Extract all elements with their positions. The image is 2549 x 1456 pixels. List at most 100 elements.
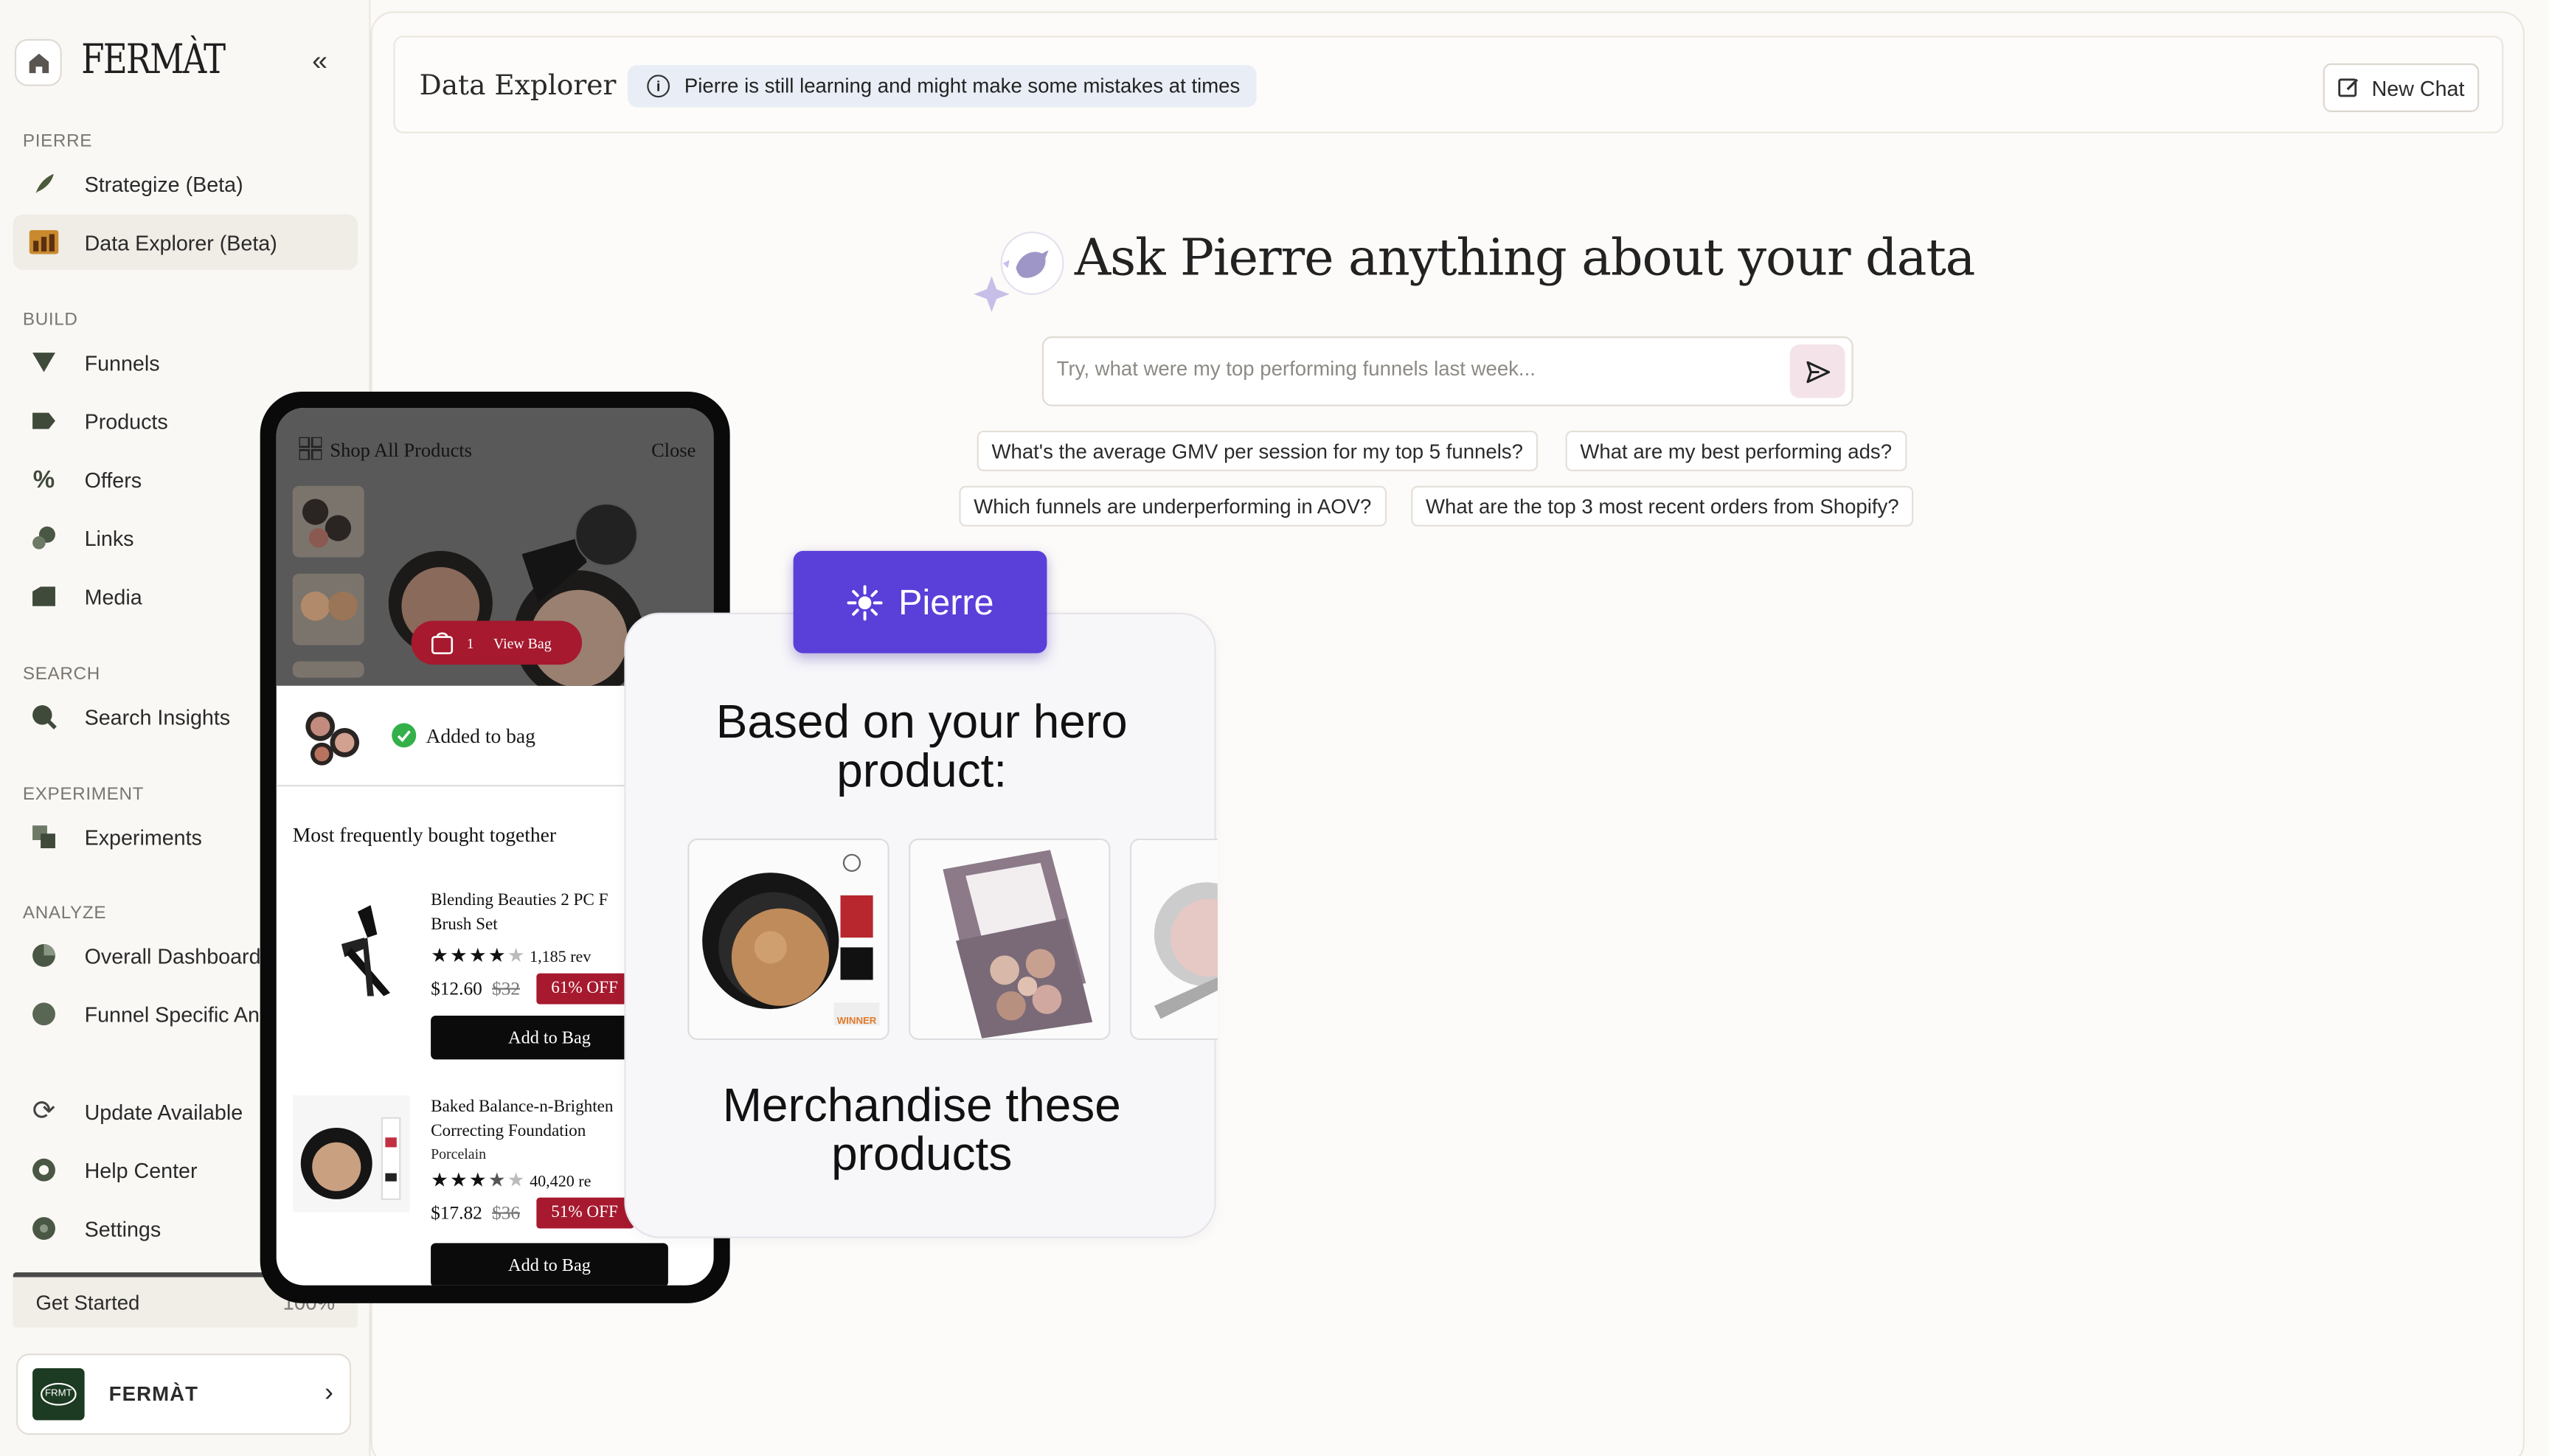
- pierre-button-label: Pierre: [898, 580, 994, 622]
- media-icon: [30, 582, 59, 611]
- card-headline: Based on your hero product:: [715, 697, 1128, 798]
- view-bag-button[interactable]: 1 View Bag: [411, 620, 583, 665]
- send-icon: [1806, 360, 1830, 383]
- sidebar-item-label: Experiments: [84, 825, 202, 850]
- gear-icon: [30, 1214, 59, 1244]
- added-to-bag-text: Added to bag: [426, 724, 535, 748]
- price: $12.60 $32: [431, 980, 521, 999]
- discount-badge: 51% OFF: [536, 1197, 634, 1229]
- foundation-image: [292, 1095, 410, 1213]
- product-tile[interactable]: WINNER: [687, 838, 889, 1040]
- account-name: FERMÀT: [108, 1382, 199, 1406]
- pierre-button[interactable]: Pierre: [793, 550, 1047, 654]
- sidebar-item-label: Overall Dashboard: [84, 943, 261, 968]
- product-tile[interactable]: [909, 838, 1111, 1040]
- old-price: $32: [492, 980, 521, 999]
- grid-icon: [299, 437, 322, 460]
- product-thumbnail[interactable]: [292, 485, 364, 558]
- bar-chart-icon: [29, 227, 59, 257]
- review-count: 1,185 rev: [530, 949, 592, 967]
- check-icon: [392, 723, 417, 748]
- sidebar-item-funnels[interactable]: Funnels: [13, 335, 358, 390]
- sidebar-item-label: Update Available: [84, 1099, 243, 1124]
- price: $17.82 $36: [431, 1204, 521, 1224]
- section-label-experiment: EXPERIMENT: [22, 785, 145, 805]
- add-to-bag-button[interactable]: Add to Bag: [431, 1243, 668, 1286]
- sidebar-item-label: Media: [84, 584, 142, 609]
- brush-set-image: [292, 889, 410, 1006]
- thumbnail-strip: [292, 485, 367, 694]
- sidebar-item-label: Data Explorer (Beta): [84, 229, 277, 254]
- sidebar-item-label: Products: [84, 409, 168, 434]
- product-tile[interactable]: [1129, 838, 1218, 1040]
- account-switcher[interactable]: FRMT FERMÀT ›: [16, 1353, 352, 1435]
- section-label-pierre: PIERRE: [22, 131, 93, 151]
- pierre-promo-card: Based on your hero product: WINNER Merch…: [624, 612, 1218, 1238]
- suggestion-chip[interactable]: What are my best performing ads?: [1565, 430, 1907, 471]
- percent-icon: %: [32, 465, 55, 493]
- rating-stars: ★★★★★ 40,420 re: [431, 1168, 592, 1191]
- suggestion-chip[interactable]: What are the top 3 most recent orders fr…: [1411, 485, 1914, 527]
- sidebar-item-label: Strategize (Beta): [84, 171, 243, 196]
- experiments-icon: [30, 822, 59, 852]
- compact-powder-image: WINNER: [689, 840, 888, 1039]
- chevron-right-icon: ›: [325, 1379, 333, 1407]
- award-badge-text: WINNER: [837, 1015, 877, 1026]
- shop-all-products-title[interactable]: Shop All Products: [330, 439, 472, 463]
- hero-title: Ask Pierre anything about your data: [1074, 229, 1976, 288]
- pierre-bird-icon: [974, 231, 1064, 312]
- feather-icon: [30, 169, 59, 198]
- sidebar-item-label: Settings: [84, 1216, 162, 1241]
- edit-icon: [2338, 78, 2358, 97]
- eyeshadow-palette-image: [910, 840, 1109, 1039]
- section-label-analyze: ANALYZE: [22, 903, 107, 923]
- get-started-label: Get Started: [35, 1291, 140, 1314]
- section-label-build: BUILD: [22, 310, 78, 330]
- sidebar-item-data-explorer[interactable]: Data Explorer (Beta): [13, 214, 358, 270]
- home-icon: [28, 52, 49, 73]
- account-logo-text: FRMT: [40, 1382, 77, 1406]
- info-icon: i: [647, 74, 670, 98]
- sidebar-item-label: Funnel Specific Ana: [84, 1002, 271, 1027]
- close-button[interactable]: Close: [651, 439, 696, 463]
- collapse-sidebar-icon[interactable]: «: [312, 46, 327, 78]
- sidebar-item-label: Funnels: [84, 350, 160, 375]
- notice-text: Pierre is still learning and might make …: [684, 74, 1241, 98]
- section-title: Most frequently bought together: [292, 823, 557, 847]
- sidebar-item-label: Offers: [84, 467, 142, 492]
- product-thumbnail[interactable]: [292, 661, 364, 678]
- send-button[interactable]: [1789, 344, 1845, 398]
- sidebar-item-label: Search Insights: [84, 704, 231, 729]
- added-product-thumbnail: [305, 711, 360, 766]
- view-bag-label: View Bag: [493, 634, 552, 651]
- new-chat-label: New Chat: [2371, 75, 2465, 100]
- suggestion-chip[interactable]: What's the average GMV per session for m…: [977, 430, 1538, 471]
- review-count: 40,420 re: [530, 1173, 592, 1191]
- tag-icon: [30, 406, 59, 436]
- help-icon: [30, 1155, 59, 1185]
- chat-search-box[interactable]: [1041, 336, 1853, 406]
- suggestion-chip[interactable]: Which funnels are underperforming in AOV…: [959, 485, 1387, 527]
- bag-count: 1: [466, 634, 474, 651]
- page-title: Data Explorer: [419, 69, 617, 103]
- app-logo[interactable]: FERMÀT: [81, 35, 226, 83]
- refresh-icon: ⟳: [32, 1095, 56, 1126]
- sidebar-item-strategize[interactable]: Strategize (Beta): [13, 156, 358, 211]
- link-icon: [30, 523, 59, 552]
- section-label-search: SEARCH: [22, 665, 100, 684]
- analytics-icon: [30, 999, 59, 1029]
- search-input[interactable]: [1056, 357, 1772, 381]
- card-subhead: Merchandise these products: [722, 1081, 1121, 1182]
- account-logo: FRMT: [32, 1368, 85, 1421]
- product-thumbnail[interactable]: [292, 573, 364, 645]
- search-icon: [30, 702, 59, 732]
- new-chat-button[interactable]: New Chat: [2323, 63, 2480, 113]
- sidebar-item-label: Help Center: [84, 1157, 198, 1182]
- sparkle-icon: [846, 584, 882, 620]
- home-button[interactable]: [14, 38, 62, 86]
- header: Data Explorer i Pierre is still learning…: [393, 35, 2504, 134]
- sidebar-item-label: Links: [84, 525, 134, 550]
- notice-banner: i Pierre is still learning and might mak…: [627, 65, 1257, 108]
- rating-stars: ★★★★★ 1,185 rev: [431, 944, 592, 967]
- old-price: $36: [492, 1204, 521, 1224]
